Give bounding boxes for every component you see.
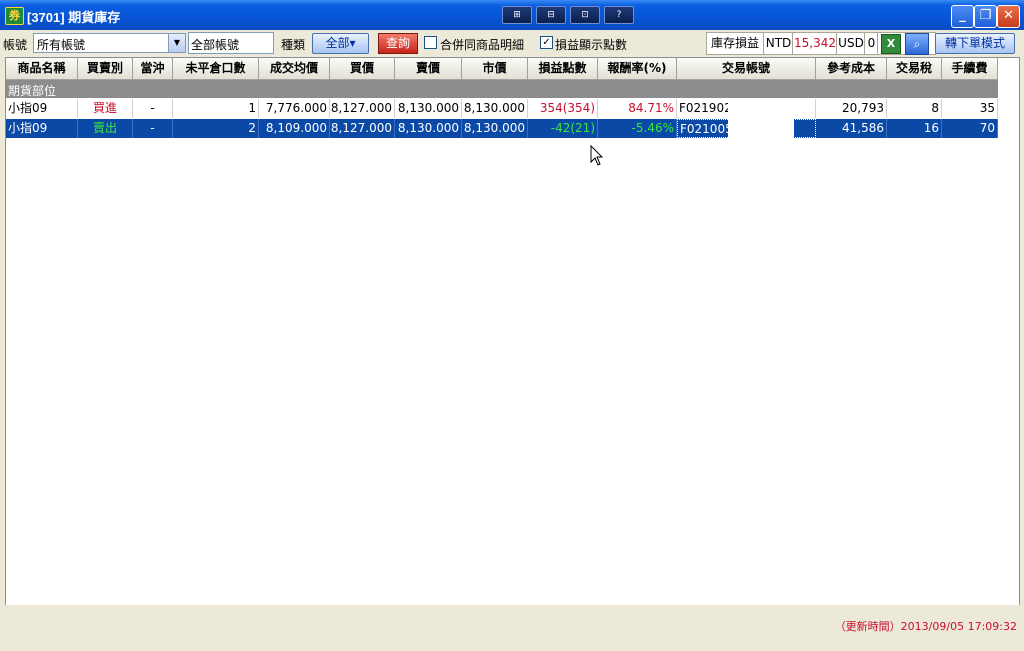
- cell-ref-cost: 20,793: [816, 99, 887, 118]
- excel-icon[interactable]: X: [881, 34, 901, 54]
- col-return[interactable]: 報酬率(%): [598, 58, 677, 79]
- toolbar: 帳號 所有帳號 ▼ 全部帳號 種類 全部▾ 查詢 合併同商品明細 ✓ 損益顯示點…: [0, 30, 1024, 57]
- type-all-button[interactable]: 全部▾: [312, 33, 369, 54]
- cell-ref-cost: 41,586: [816, 119, 887, 138]
- cell-market: 8,130.000: [462, 119, 528, 138]
- title-bar: 券 [3701] 期貨庫存 ⊞ ⊟ ⊡ ? _ ❐ ✕: [0, 0, 1024, 30]
- cell-avg-price: 7,776.000: [259, 99, 330, 118]
- cell-ask: 8,130.000: [395, 119, 462, 138]
- group-header-futures: 期貨部位: [6, 80, 998, 98]
- mouse-cursor-icon: [590, 145, 604, 166]
- usd-value: 0: [866, 33, 878, 54]
- cell-daytrade: -: [133, 99, 173, 118]
- table-row-selected[interactable]: 小指09 賣出 - 2 8,109.000 8,127.000 8,130.00…: [6, 119, 998, 138]
- status-bar: （更新時間）2013/09/05 17:09:32: [0, 605, 1024, 651]
- update-time: （更新時間）2013/09/05 17:09:32: [834, 620, 1017, 633]
- inventory-pl-label: 庫存損益: [707, 33, 764, 54]
- cell-open-qty: 2: [173, 119, 259, 138]
- type-label: 種類: [281, 38, 306, 52]
- cell-fee: 70: [942, 119, 998, 138]
- cell-side: 買進: [78, 99, 133, 118]
- col-product[interactable]: 商品名稱: [6, 58, 78, 79]
- account-select[interactable]: 所有帳號 ▼: [33, 33, 186, 53]
- merge-checkbox-label: 合併同商品明細: [440, 38, 525, 52]
- col-open-qty[interactable]: 未平倉口數: [173, 58, 259, 79]
- account-select-value: 所有帳號: [37, 38, 86, 52]
- col-bid[interactable]: 買價: [330, 58, 395, 79]
- help-icon[interactable]: ?: [604, 6, 634, 24]
- cell-bid: 8,127.000: [330, 99, 395, 118]
- redaction-mask: [728, 99, 794, 138]
- ntd-label: NTD: [765, 33, 793, 54]
- search-icon[interactable]: ⌕: [905, 33, 929, 55]
- cell-return: -5.46%: [598, 119, 677, 138]
- query-button[interactable]: 查詢: [378, 33, 418, 54]
- cell-pl-points: -42(21): [528, 119, 598, 138]
- inventory-pl-panel: 庫存損益 NTD 15,342 USD 0: [706, 32, 936, 55]
- col-daytrade[interactable]: 當沖: [133, 58, 173, 79]
- col-market[interactable]: 市價: [462, 58, 528, 79]
- col-side[interactable]: 買賣別: [78, 58, 133, 79]
- merge-checkbox[interactable]: [424, 36, 437, 49]
- cell-avg-price: 8,109.000: [259, 119, 330, 138]
- cell-pl-points: 354(354): [528, 99, 598, 118]
- table-header: 商品名稱 買賣別 當沖 未平倉口數 成交均價 買價 賣價 市價 損益點數 報酬率…: [6, 58, 998, 80]
- ntd-value: 15,342: [794, 33, 837, 54]
- usd-label: USD: [838, 33, 865, 54]
- cell-daytrade: -: [133, 119, 173, 138]
- cell-side: 賣出: [78, 119, 133, 138]
- cell-ask: 8,130.000: [395, 99, 462, 118]
- col-account[interactable]: 交易帳號: [677, 58, 816, 79]
- chevron-down-icon[interactable]: ▼: [168, 34, 185, 52]
- cell-bid: 8,127.000: [330, 119, 395, 138]
- cell-tax: 16: [887, 119, 942, 138]
- close-button[interactable]: ✕: [997, 5, 1020, 28]
- col-ask[interactable]: 賣價: [395, 58, 462, 79]
- show-points-label: 損益顯示點數: [555, 38, 628, 52]
- inventory-grid: 商品名稱 買賣別 當沖 未平倉口數 成交均價 買價 賣價 市價 損益點數 報酬率…: [5, 57, 1020, 606]
- col-ref-cost[interactable]: 參考成本: [816, 58, 887, 79]
- account-label: 帳號: [3, 38, 28, 52]
- col-tax[interactable]: 交易稅: [887, 58, 942, 79]
- cell-product: 小指09: [6, 119, 78, 138]
- cell-return: 84.71%: [598, 99, 677, 118]
- account-text-field[interactable]: 全部帳號: [188, 32, 274, 54]
- app-icon: 券: [5, 7, 24, 25]
- cell-open-qty: 1: [173, 99, 259, 118]
- col-fee[interactable]: 手續費: [942, 58, 998, 79]
- cell-product: 小指09: [6, 99, 78, 118]
- switch-mode-button[interactable]: 轉下單模式: [935, 33, 1015, 54]
- cell-tax: 8: [887, 99, 942, 118]
- layout-icon-1[interactable]: ⊞: [502, 6, 532, 24]
- grid-right-gutter: [998, 58, 1019, 605]
- account-text-value: 全部帳號: [191, 38, 240, 52]
- table-row[interactable]: 小指09 買進 - 1 7,776.000 8,127.000 8,130.00…: [6, 99, 998, 118]
- minimize-button[interactable]: _: [951, 5, 974, 28]
- cell-market: 8,130.000: [462, 99, 528, 118]
- layout-icon-2[interactable]: ⊟: [536, 6, 566, 24]
- col-pl-points[interactable]: 損益點數: [528, 58, 598, 79]
- restore-button[interactable]: ❐: [974, 5, 997, 28]
- col-avg-price[interactable]: 成交均價: [259, 58, 330, 79]
- layout-icon-3[interactable]: ⊡: [570, 6, 600, 24]
- show-points-checkbox[interactable]: ✓: [540, 36, 553, 49]
- window-title: [3701] 期貨庫存: [27, 10, 121, 25]
- cell-fee: 35: [942, 99, 998, 118]
- group-label: 期貨部位: [8, 84, 57, 98]
